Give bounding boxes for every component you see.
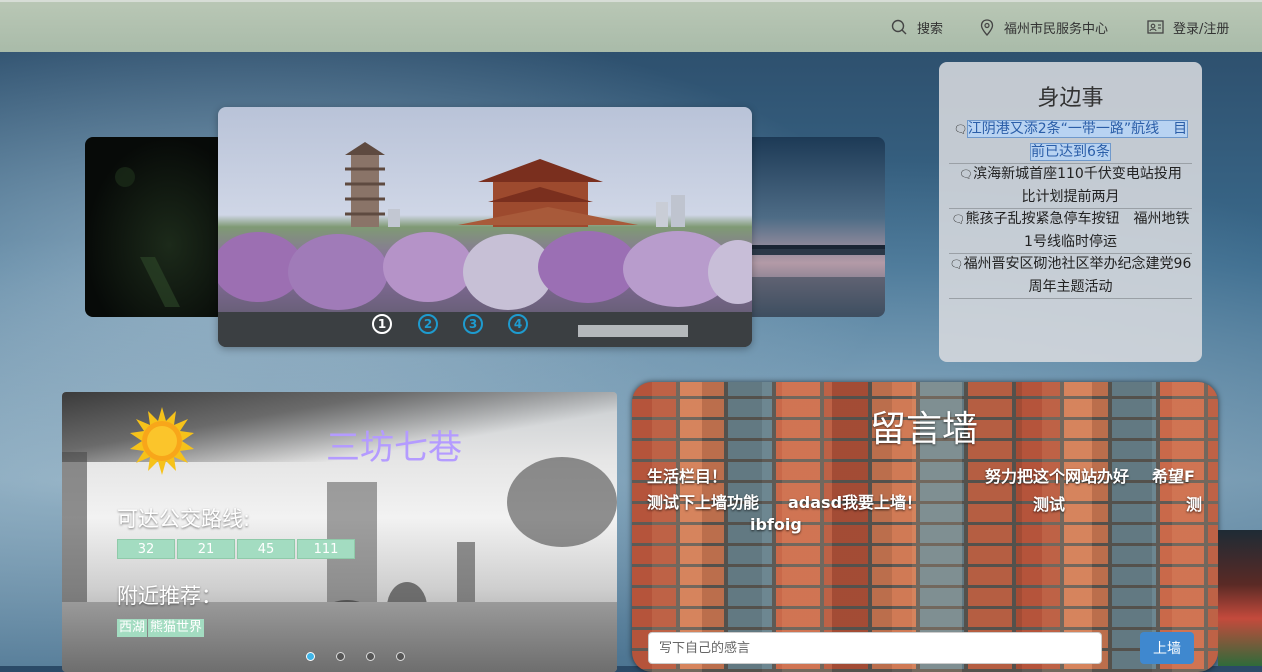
bus-routes-label: 可达公交路线:: [117, 507, 251, 531]
wall-message: adasd我要上墙！: [788, 493, 923, 512]
location-link[interactable]: 福州市民服务中心: [980, 16, 1108, 38]
pavilion-edge-image: [1218, 530, 1262, 666]
news-item-text: 滨海新城首座110千伏变电站投用 比计划提前两月: [973, 166, 1196, 205]
id-card-icon: [1147, 20, 1164, 34]
recommend-tag[interactable]: 西湖: [117, 619, 148, 637]
carousel-slide-next[interactable]: [745, 137, 885, 317]
scenic-slide-dot[interactable]: [336, 652, 345, 661]
search-icon: [891, 19, 907, 35]
location-label: 福州市民服务中心: [1004, 21, 1109, 37]
map-pin-icon: [980, 18, 994, 36]
pagoda-scene-image: [218, 142, 752, 347]
wall-message: 努力把这个网站办好: [985, 467, 1130, 486]
bus-route-tag[interactable]: 45: [237, 539, 295, 559]
recommend-label: 附近推荐：: [117, 584, 222, 608]
carousel-indicator-2[interactable]: 2: [418, 314, 438, 334]
search-label: 搜索: [917, 21, 944, 37]
post-to-wall-button[interactable]: 上墙: [1140, 632, 1194, 664]
news-item-text: 江阴港又添2条“一带一路”航线 目前已达到6条: [966, 120, 1189, 161]
scenic-spot-title: 三坊七巷: [326, 428, 462, 468]
carousel-indicator-4[interactable]: 4: [508, 314, 528, 334]
bridge-scene-image: [745, 245, 885, 317]
message-wall-title: 留言墙: [870, 409, 979, 450]
wall-message: 测试: [1033, 495, 1066, 514]
news-item[interactable]: 🗨熊孩子乱按紧急停车按钮 福州地铁1号线临时停运: [949, 208, 1192, 254]
wall-message: 希望F: [1152, 467, 1195, 486]
carousel-indicator-1[interactable]: 1: [372, 314, 392, 334]
nearby-news-panel: 身边事 🗨江阴港又添2条“一带一路”航线 目前已达到6条 🗨滨海新城首座110千…: [939, 62, 1202, 362]
login-register-label: 登录/注册: [1173, 21, 1230, 37]
carousel-slide-current[interactable]: [218, 107, 752, 347]
news-item[interactable]: 🗨滨海新城首座110千伏变电站投用 比计划提前两月: [949, 163, 1196, 209]
scenic-slide-dot[interactable]: [396, 652, 405, 661]
login-register-link[interactable]: 登录/注册: [1147, 16, 1229, 38]
news-item-text: 熊孩子乱按紧急停车按钮 福州地铁1号线临时停运: [965, 211, 1190, 250]
news-item-text: 福州晋安区砌池社区举办纪念建党96周年主题活动: [963, 256, 1192, 295]
night-scene-image: [115, 167, 180, 307]
bus-route-tag[interactable]: 32: [117, 539, 175, 559]
news-panel-title: 身边事: [1037, 86, 1104, 111]
wall-message: 测试下上墙功能: [647, 493, 760, 512]
news-item[interactable]: 🗨福州晋安区砌池社区举办纪念建党96周年主题活动: [949, 253, 1192, 299]
wall-message: 测: [1186, 495, 1203, 514]
message-input[interactable]: [648, 632, 1102, 664]
bus-route-tag[interactable]: 111: [297, 539, 355, 559]
search-link[interactable]: 搜索: [891, 16, 943, 38]
wall-message: 生活栏目！: [647, 467, 728, 486]
sun-weather-icon: [130, 407, 194, 475]
wall-message: ibfoig: [750, 515, 802, 534]
carousel-indicator-3[interactable]: 3: [463, 314, 483, 334]
comment-icon: 🗨: [953, 123, 968, 136]
bus-route-tag[interactable]: 21: [177, 539, 235, 559]
street-ground: [62, 602, 617, 672]
comment-icon: 🗨: [951, 213, 966, 226]
top-nav-bar: 搜索 福州市民服务中心 登录/注册: [0, 0, 1262, 52]
scenic-slide-dot[interactable]: [306, 652, 315, 661]
comment-icon: 🗨: [959, 168, 974, 181]
scenic-slide-dot[interactable]: [366, 652, 375, 661]
news-item[interactable]: 🗨江阴港又添2条“一带一路”航线 目前已达到6条: [949, 118, 1192, 164]
comment-icon: 🗨: [949, 258, 964, 271]
carousel-slide-prev[interactable]: [85, 137, 225, 317]
recommend-tag[interactable]: 熊猫世界: [148, 619, 205, 637]
